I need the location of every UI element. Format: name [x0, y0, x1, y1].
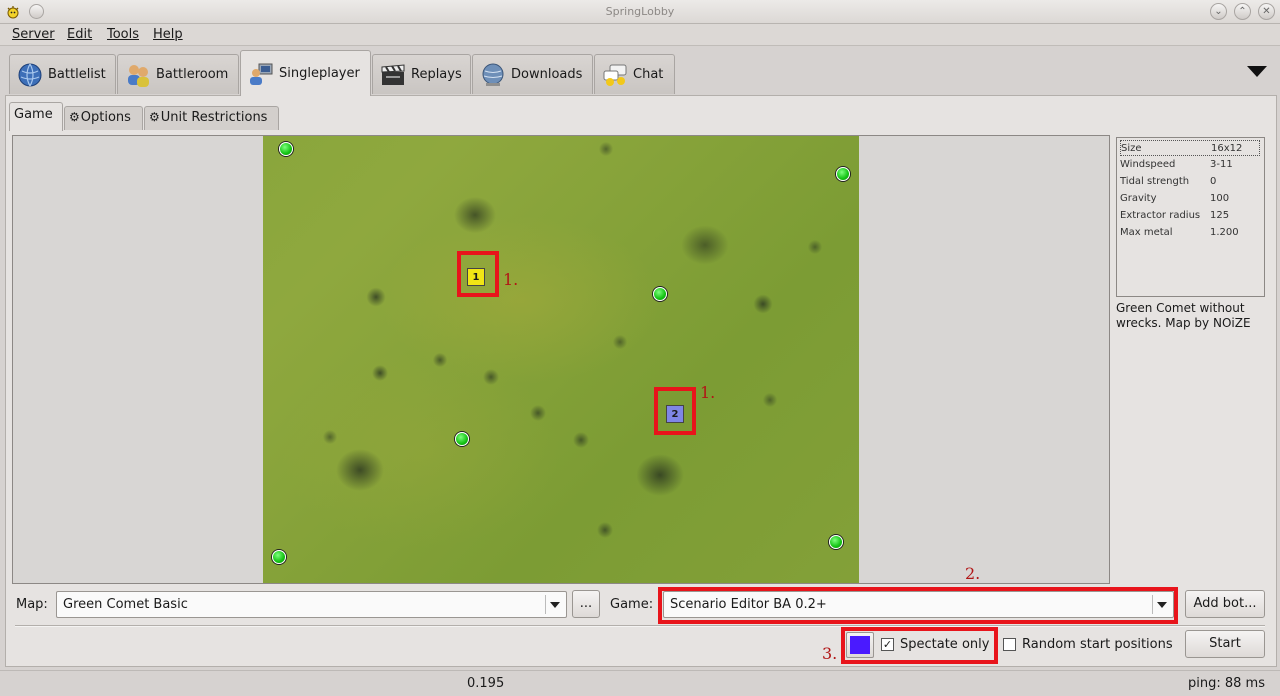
map-info-row[interactable]: Max metal 1.200 [1120, 225, 1260, 241]
users-icon [124, 61, 152, 89]
annotation-label-2: 2. [965, 564, 981, 583]
map-info-key: Max metal [1120, 227, 1173, 238]
menu-bar: Server Edit Tools Help [0, 24, 1280, 46]
map-info-value: 100 [1210, 193, 1230, 204]
close-button[interactable]: ✕ [1258, 3, 1275, 20]
gear-icon: ⚙ [69, 110, 80, 124]
add-bot-button[interactable]: Add bot... [1185, 590, 1265, 618]
user-computer-icon [247, 60, 275, 88]
clapperboard-icon [379, 61, 407, 89]
start-position-marker[interactable] [272, 550, 286, 564]
chevron-down-icon[interactable] [545, 595, 563, 614]
subtab-game-label: Game [14, 107, 53, 122]
game-select[interactable]: Scenario Editor BA 0.2+ [663, 591, 1174, 618]
tab-singleplayer-label: Singleplayer [279, 66, 360, 81]
map-info-key: Extractor radius [1120, 210, 1201, 221]
map-select[interactable]: Green Comet Basic [56, 591, 567, 618]
main-tab-bar: Battlelist Battleroom Singleplayer Repla… [0, 48, 1280, 96]
start-button[interactable]: Start [1185, 630, 1265, 658]
minimize-button[interactable]: ⌄ [1210, 3, 1227, 20]
tab-battleroom-label: Battleroom [156, 67, 229, 82]
subtab-options[interactable]: ⚙Options [64, 106, 143, 130]
annotation-box-spectate [841, 627, 998, 664]
annotation-box-player-2 [654, 387, 696, 435]
map-info-value: 16x12 [1211, 143, 1243, 154]
map-select-value: Green Comet Basic [63, 597, 188, 612]
title-bar: SpringLobby ⌄ ⌃ ✕ [0, 0, 1280, 24]
start-position-marker[interactable] [836, 167, 850, 181]
tab-replays-label: Replays [411, 67, 462, 82]
start-position-marker[interactable] [455, 432, 469, 446]
map-info-value: 0 [1210, 176, 1217, 187]
map-info-row[interactable]: Tidal strength 0 [1120, 174, 1260, 190]
gear-icon: ⚙ [149, 110, 160, 124]
map-info-key: Windspeed [1120, 159, 1176, 170]
chevron-down-icon[interactable] [1152, 595, 1170, 614]
annotation-box-player-1 [457, 251, 499, 297]
map-info-row[interactable]: Extractor radius 125 [1120, 208, 1260, 224]
menu-edit[interactable]: Edit [67, 27, 92, 42]
subtab-unit-restrictions[interactable]: ⚙Unit Restrictions [144, 106, 279, 130]
tab-downloads-label: Downloads [511, 67, 583, 82]
game-select-value: Scenario Editor BA 0.2+ [670, 597, 827, 612]
status-bar: 0.195 ping: 88 ms [0, 670, 1280, 696]
chat-icon [601, 61, 629, 89]
tab-battlelist[interactable]: Battlelist [9, 54, 116, 94]
globe-icon [16, 61, 44, 89]
browse-map-button[interactable]: ... [572, 590, 600, 618]
tab-battlelist-label: Battlelist [48, 67, 106, 82]
map-info-key: Gravity [1120, 193, 1157, 204]
tabs-overflow-arrow-icon[interactable] [1247, 66, 1267, 77]
window-title: SpringLobby [605, 5, 675, 18]
map-info-value: 3-11 [1210, 159, 1233, 170]
menu-tools[interactable]: Tools [107, 27, 139, 42]
map-label: Map: [16, 597, 48, 612]
start-position-marker[interactable] [653, 287, 667, 301]
map-info-key: Size [1121, 143, 1142, 154]
menu-server[interactable]: Server [12, 27, 55, 42]
map-description: Green Comet without wrecks. Map by NOiZE [1116, 301, 1251, 330]
map-info-value: 125 [1210, 210, 1230, 221]
map-info-row[interactable]: Windspeed 3-11 [1120, 157, 1260, 173]
tab-chat-label: Chat [633, 67, 664, 82]
map-info-list[interactable]: Size 16x12 Windspeed 3-11 Tidal strength… [1116, 137, 1265, 297]
menu-help[interactable]: Help [153, 27, 183, 42]
subtab-unit-restrictions-label: Unit Restrictions [160, 110, 268, 125]
annotation-label-3: 3. [822, 644, 838, 663]
start-position-marker[interactable] [829, 535, 843, 549]
maximize-button[interactable]: ⌃ [1234, 3, 1251, 20]
map-info-row[interactable]: Size 16x12 [1120, 140, 1260, 156]
tab-downloads[interactable]: Downloads [472, 54, 593, 94]
annotation-label-1b: 1. [700, 383, 716, 402]
version-text: 0.195 [467, 676, 505, 691]
map-info-key: Tidal strength [1120, 176, 1190, 187]
start-position-marker[interactable] [279, 142, 293, 156]
map-info-row[interactable]: Gravity 100 [1120, 191, 1260, 207]
globe-download-icon [479, 61, 507, 89]
ping-text: ping: 88 ms [1188, 676, 1265, 691]
subtab-options-label: Options [80, 110, 131, 125]
tab-singleplayer[interactable]: Singleplayer [240, 50, 371, 96]
game-label: Game: [610, 597, 654, 612]
subtab-game[interactable]: Game [9, 102, 63, 131]
tab-replays[interactable]: Replays [372, 54, 471, 94]
separator [15, 625, 1265, 627]
map-info-value: 1.200 [1210, 227, 1239, 238]
tab-chat[interactable]: Chat [594, 54, 675, 94]
map-minimap[interactable] [263, 136, 859, 583]
random-start-label[interactable]: Random start positions [1022, 637, 1173, 652]
random-start-checkbox[interactable] [1003, 638, 1016, 651]
tab-battleroom[interactable]: Battleroom [117, 54, 239, 94]
annotation-label-1a: 1. [503, 270, 519, 289]
